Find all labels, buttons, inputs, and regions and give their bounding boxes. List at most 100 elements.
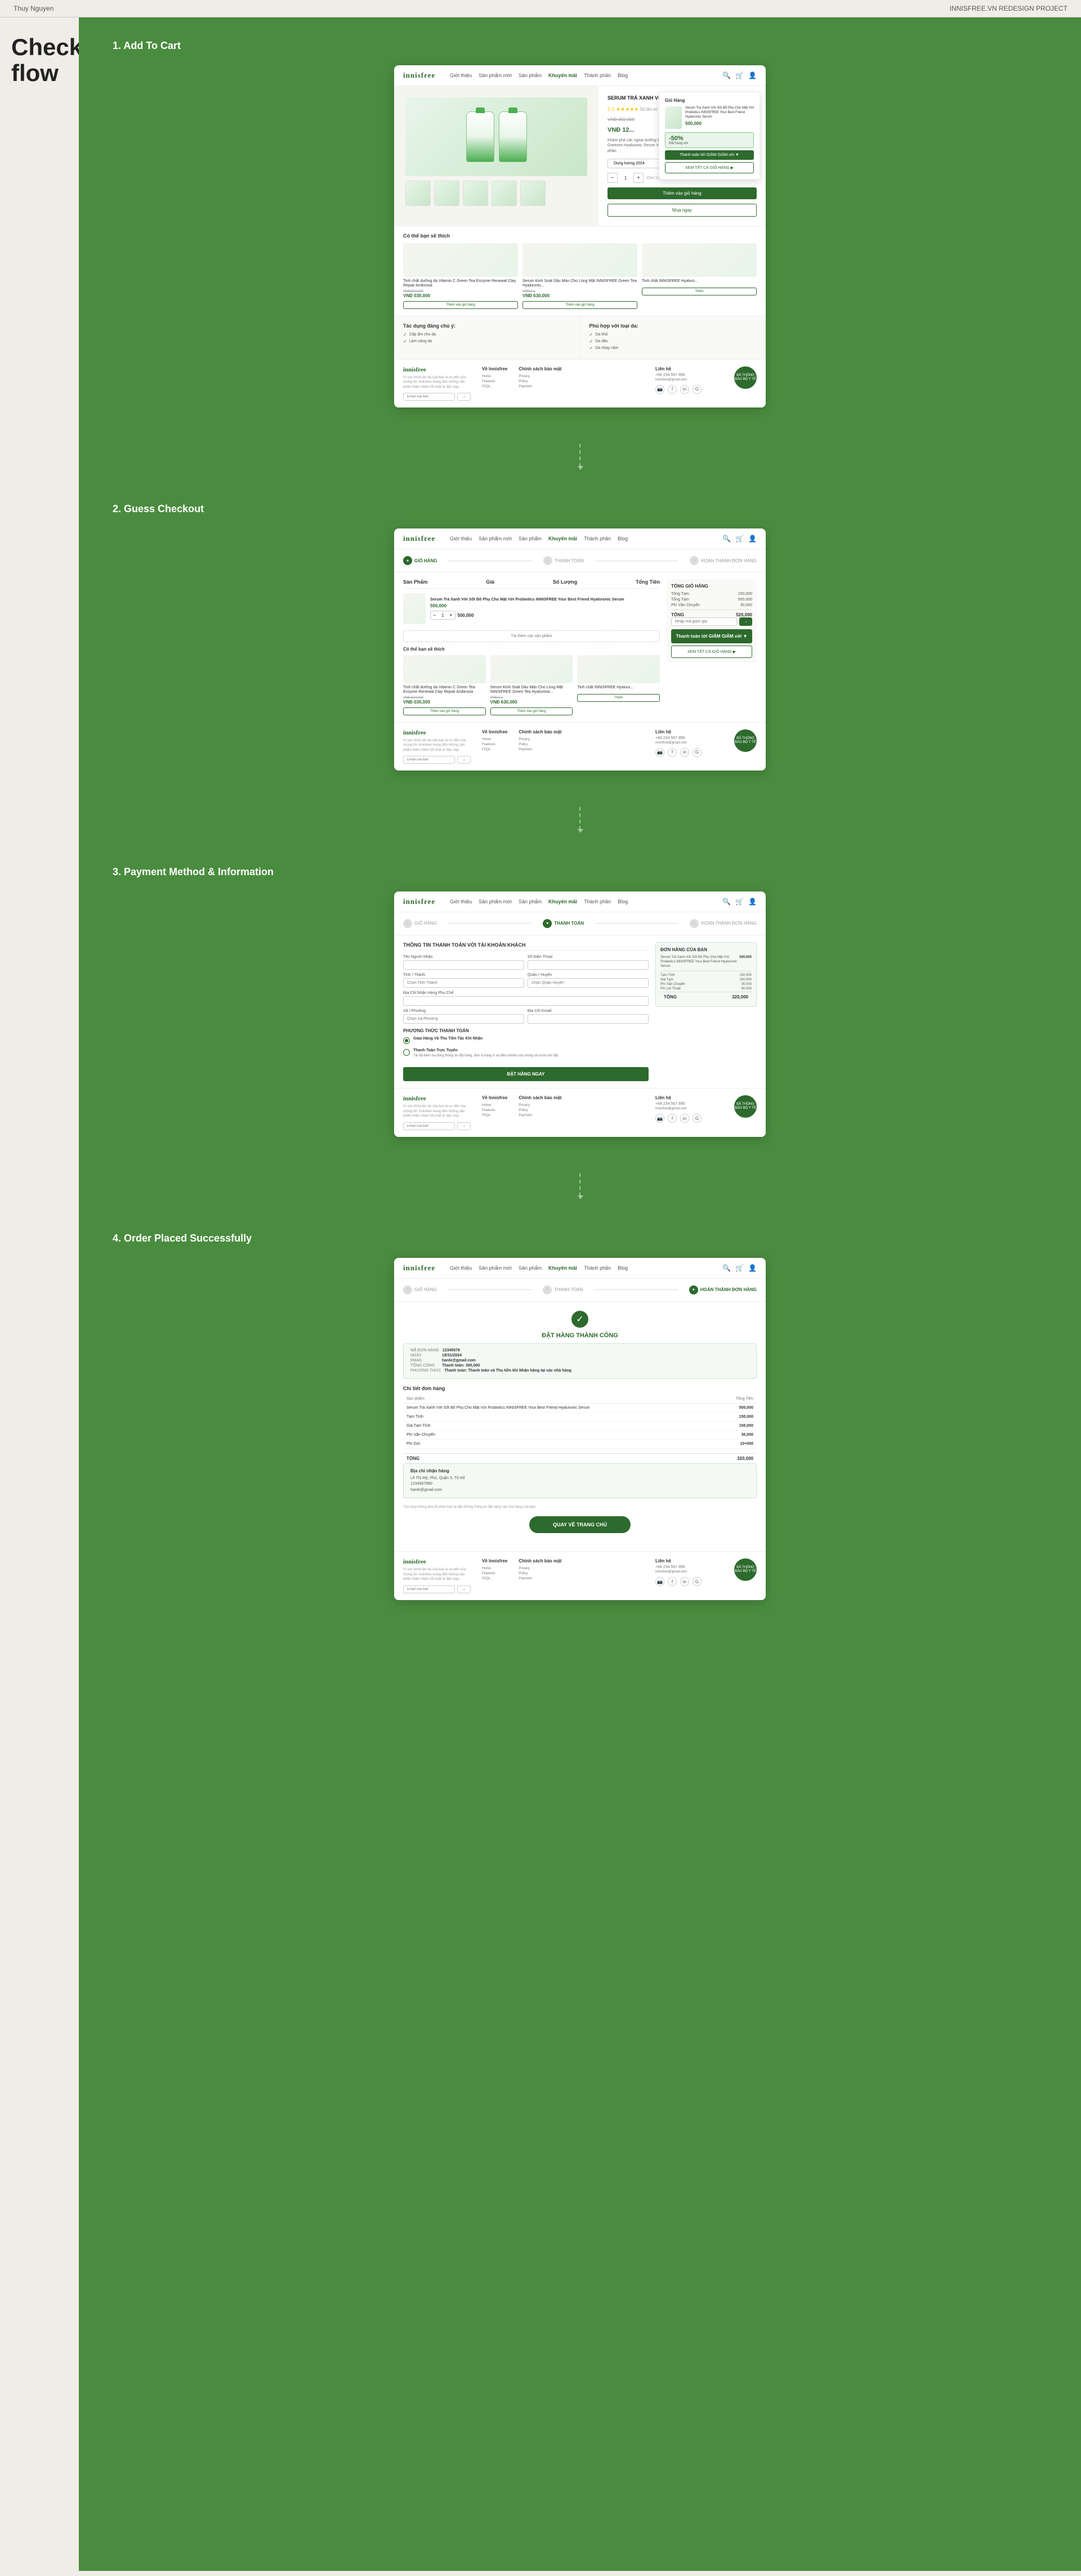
nav-link-2-promo[interactable]: Khuyến mãi [548, 536, 577, 541]
nav-link-3-promo[interactable]: Khuyến mãi [548, 899, 577, 904]
nav-link-2-new[interactable]: Sản phẩm mới [479, 536, 512, 541]
facebook-icon-2[interactable]: f [668, 748, 677, 757]
nav-link-2-intro[interactable]: Giới thiệu [450, 536, 472, 541]
related-add-btn-2[interactable]: Thêm [642, 288, 757, 295]
footer-link-policy-3[interactable]: Policy [519, 1109, 561, 1112]
payment-method-online[interactable]: Thanh Toán Trực Tuyến Tải đã kiêm tra đú… [403, 1049, 649, 1058]
footer-email-input-3[interactable] [403, 1122, 455, 1130]
footer-link-payment-3[interactable]: Payment [519, 1114, 561, 1117]
form-input-address[interactable] [403, 996, 649, 1006]
payment-method-cod[interactable]: Giao Hàng Và Thu Tiền Tặc Khi Nhận [403, 1037, 649, 1044]
thumb-1[interactable] [405, 181, 431, 206]
nav-link-3-new[interactable]: Sản phẩm mới [479, 899, 512, 904]
footer-link-faqs-4[interactable]: FAQs [482, 1577, 507, 1580]
footer-link-home[interactable]: Home [482, 375, 507, 378]
search-icon-3[interactable]: 🔍 [722, 898, 731, 906]
checkout-main-btn[interactable]: Thanh toán tới GIẢM GIẢM với ▼ [671, 629, 752, 643]
discount-code-input[interactable] [671, 617, 737, 626]
footer-link-features-2[interactable]: Features [482, 743, 507, 746]
instagram-icon-2[interactable]: 📷 [655, 748, 664, 757]
nav-link-4-ingredients[interactable]: Thành phần [584, 1265, 611, 1271]
view-cart-popup-button[interactable]: XEM TẤT CẢ GIỎ HÀNG ▶ [665, 162, 754, 173]
qty-decrease-btn[interactable]: − [607, 173, 618, 183]
user-icon-3[interactable]: 👤 [748, 898, 757, 906]
search-icon-4[interactable]: 🔍 [722, 1264, 731, 1272]
footer-link-policy-4[interactable]: Policy [519, 1572, 561, 1575]
instagram-icon-3[interactable]: 📷 [655, 1114, 664, 1123]
cart-icon-3[interactable]: 🛒 [735, 898, 744, 906]
footer-link-privacy[interactable]: Privacy [519, 375, 561, 378]
instagram-icon-4[interactable]: 📷 [655, 1577, 664, 1586]
nav-link-new[interactable]: Sản phẩm mới [479, 73, 512, 78]
footer-link-privacy-3[interactable]: Privacy [519, 1104, 561, 1107]
footer-link-home-4[interactable]: Home [482, 1567, 507, 1570]
facebook-icon-4[interactable]: f [668, 1577, 677, 1586]
footer-link-payment-4[interactable]: Payment [519, 1577, 561, 1580]
radio-online[interactable] [403, 1049, 410, 1056]
footer-subscribe-btn-3[interactable]: → [457, 1122, 471, 1130]
form-input-email[interactable] [528, 1014, 649, 1024]
thumb-3[interactable] [463, 181, 488, 206]
linkedin-icon-3[interactable]: in [680, 1114, 689, 1123]
related-add-btn-0[interactable]: Thêm vào giỏ hàng [403, 301, 518, 309]
linkedin-icon-2[interactable]: in [680, 748, 689, 757]
cart-qty-increase[interactable]: + [449, 612, 452, 618]
nav-link-2-blog[interactable]: Blog [618, 536, 628, 541]
nav-link-2-ingredients[interactable]: Thành phần [584, 536, 611, 541]
related-add-btn-1[interactable]: Thêm vào giỏ hàng [522, 301, 637, 309]
footer-link-faqs-2[interactable]: FAQs [482, 748, 507, 751]
nav-link-3-intro[interactable]: Giới thiệu [450, 899, 472, 904]
cart-icon[interactable]: 🛒 [735, 71, 744, 79]
form-input-phone[interactable] [528, 960, 649, 970]
footer-link-features[interactable]: Features [482, 380, 507, 383]
facebook-icon-3[interactable]: f [668, 1114, 677, 1123]
footer-link-payment[interactable]: Payment [519, 385, 561, 388]
view-cart-btn[interactable]: XEM TẤT CẢ GIỎ HÀNG ▶ [671, 646, 752, 658]
add-to-cart-button[interactable]: Thêm vào giỏ hàng [607, 187, 757, 199]
footer-link-payment-2[interactable]: Payment [519, 748, 561, 751]
google-icon-2[interactable]: G [693, 748, 702, 757]
form-input-name[interactable] [403, 960, 524, 970]
qty-increase-btn[interactable]: + [633, 173, 644, 183]
nav-link-4-products[interactable]: Sản phẩm [519, 1265, 542, 1271]
form-input-province[interactable] [403, 978, 524, 988]
footer-link-privacy-4[interactable]: Privacy [519, 1567, 561, 1570]
nav-link-4-promo[interactable]: Khuyến mãi [548, 1265, 577, 1271]
footer-email-input-2[interactable] [403, 756, 455, 764]
nav-link-4-new[interactable]: Sản phẩm mới [479, 1265, 512, 1271]
cart-related-btn-1[interactable]: Thêm vào giỏ hàng [490, 707, 573, 715]
footer-subscribe-btn-1[interactable]: → [457, 393, 471, 401]
footer-email-input-1[interactable] [403, 393, 455, 401]
google-icon-3[interactable]: G [693, 1114, 702, 1123]
footer-link-privacy-2[interactable]: Privacy [519, 738, 561, 741]
nav-link-ingredients[interactable]: Thành phần [584, 73, 611, 78]
nav-link-blog[interactable]: Blog [618, 73, 628, 78]
nav-link-3-products[interactable]: Sản phẩm [519, 899, 542, 904]
nav-link-4-intro[interactable]: Giới thiệu [450, 1265, 472, 1271]
search-icon[interactable]: 🔍 [722, 71, 731, 79]
view-more-products-btn[interactable]: Tải thêm các sản phẩm [403, 630, 660, 642]
instagram-icon[interactable]: 📷 [655, 385, 664, 394]
footer-email-input-4[interactable] [403, 1585, 455, 1593]
cart-related-btn-0[interactable]: Thêm vào giỏ hàng [403, 707, 486, 715]
nav-link-promo[interactable]: Khuyến mãi [548, 73, 577, 78]
nav-link-intro[interactable]: Giới thiệu [450, 73, 472, 78]
radio-cod[interactable] [403, 1037, 410, 1044]
google-icon-4[interactable]: G [693, 1577, 702, 1586]
footer-link-faqs[interactable]: FAQs [482, 385, 507, 388]
footer-link-features-4[interactable]: Features [482, 1572, 507, 1575]
buy-now-button[interactable]: Mua ngay [607, 204, 757, 217]
user-icon-2[interactable]: 👤 [748, 535, 757, 543]
footer-link-home-2[interactable]: Home [482, 738, 507, 741]
linkedin-icon-4[interactable]: in [680, 1577, 689, 1586]
nav-link-3-blog[interactable]: Blog [618, 899, 628, 904]
thumb-5[interactable] [520, 181, 546, 206]
place-order-btn[interactable]: ĐẶT HÀNG NGAY [403, 1067, 649, 1081]
google-icon[interactable]: G [693, 385, 702, 394]
nav-link-4-blog[interactable]: Blog [618, 1265, 628, 1271]
thumb-2[interactable] [434, 181, 459, 206]
checkout-popup-button[interactable]: Thanh toán tới GIẢM GIẢM với ▼ [665, 150, 754, 160]
footer-link-policy-2[interactable]: Policy [519, 743, 561, 746]
cart-icon-2[interactable]: 🛒 [735, 535, 744, 543]
footer-link-features-3[interactable]: Features [482, 1109, 507, 1112]
